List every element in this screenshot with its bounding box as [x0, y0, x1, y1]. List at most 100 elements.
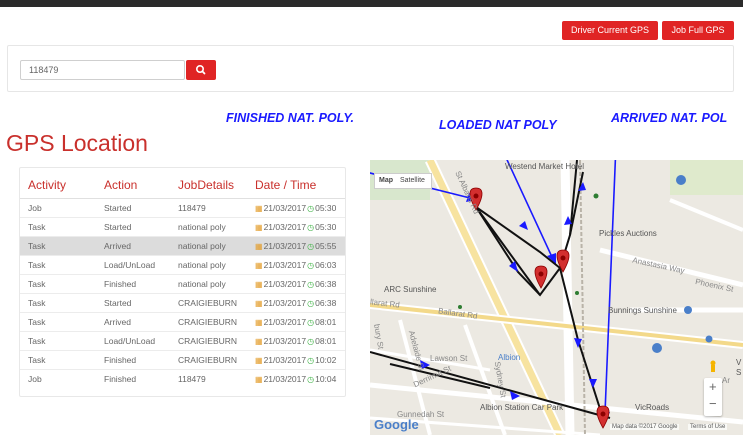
map-type-control: Map Satellite [374, 173, 432, 189]
map-label-ar: Ar [722, 376, 730, 385]
cell-datetime: ▦21/03/2017◷05:30 [247, 197, 345, 217]
cell-date: 21/03/2017 [263, 335, 307, 346]
column-header-datetime[interactable]: Date / Time [247, 168, 345, 199]
cell-date: 21/03/2017 [263, 259, 307, 270]
cell-details: national poly [170, 235, 247, 255]
job-full-gps-button[interactable]: Job Full GPS [662, 21, 734, 40]
cell-action: Started [96, 197, 170, 217]
zoom-in-icon[interactable]: + [709, 379, 717, 394]
cell-datetime: ▦21/03/2017◷06:38 [247, 273, 345, 293]
calendar-icon: ▦ [255, 317, 263, 327]
column-header-action[interactable]: Action [96, 168, 170, 199]
map-data-credit: Map data ©2017 Google [610, 424, 680, 430]
table-row[interactable]: Task Arrived national poly ▦21/03/2017◷0… [20, 235, 345, 255]
google-logo: Google [374, 417, 419, 432]
clock-icon: ◷ [307, 355, 315, 365]
cell-activity: Task [20, 311, 96, 331]
clock-icon: ◷ [307, 203, 315, 213]
cell-activity: Task [20, 254, 96, 274]
cell-details: CRAIGIEBURN [170, 330, 247, 350]
cell-time: 10:04 [315, 373, 337, 384]
cell-action: Load/UnLoad [96, 330, 170, 350]
cell-details: 118479 [170, 368, 247, 388]
table-row[interactable]: Task Arrived CRAIGIEBURN ▦21/03/2017◷08:… [20, 311, 345, 331]
terms-of-use-link[interactable]: Terms of Use [688, 424, 728, 430]
cell-activity: Job [20, 368, 96, 388]
table-row[interactable]: Job Started 118479 ▦21/03/2017◷05:30 [20, 197, 345, 217]
cell-activity: Task [20, 349, 96, 369]
cell-time: 08:01 [315, 316, 337, 327]
cell-time: 06:38 [315, 297, 337, 308]
cell-action: Finished [96, 368, 170, 388]
cell-date: 21/03/2017 [263, 373, 307, 384]
cell-activity: Task [20, 292, 96, 312]
cell-activity: Task [20, 330, 96, 350]
cell-date: 21/03/2017 [263, 354, 307, 365]
table-row[interactable]: Task Finished national poly ▦21/03/2017◷… [20, 273, 345, 293]
cell-date: 21/03/2017 [263, 297, 307, 308]
map-label-s: S [736, 368, 742, 377]
column-header-activity[interactable]: Activity [20, 168, 96, 199]
table-row[interactable]: Job Finished 118479 ▦21/03/2017◷10:04 [20, 368, 345, 388]
annotation-finished: FINISHED NAT. POLY. [226, 111, 355, 125]
cell-time: 05:30 [315, 202, 337, 213]
cell-activity: Task [20, 235, 96, 255]
map-label-vicroads: VicRoads [635, 403, 670, 412]
cell-datetime: ▦21/03/2017◷06:03 [247, 254, 345, 274]
cell-action: Finished [96, 349, 170, 369]
cell-datetime: ▦21/03/2017◷06:38 [247, 292, 345, 312]
cell-activity: Job [20, 197, 96, 217]
job-search-input[interactable]: 118479 [20, 60, 185, 80]
cell-datetime: ▦21/03/2017◷05:55 [247, 235, 345, 255]
cell-details: national poly [170, 273, 247, 293]
pegman-icon[interactable] [706, 360, 720, 372]
cell-action: Started [96, 216, 170, 236]
search-icon [196, 65, 206, 75]
cell-date: 21/03/2017 [263, 316, 307, 327]
clock-icon: ◷ [307, 222, 315, 232]
calendar-icon: ▦ [255, 260, 263, 270]
cell-datetime: ▦21/03/2017◷10:02 [247, 349, 345, 369]
gps-map[interactable]: Map Satellite Westend Market Hotel Pickl… [370, 160, 743, 435]
cell-date: 21/03/2017 [263, 221, 307, 232]
column-header-jobdetails[interactable]: JobDetails [170, 168, 247, 199]
calendar-icon: ▦ [255, 279, 263, 289]
map-label-v: V [736, 358, 742, 367]
zoom-out-icon[interactable]: − [709, 396, 717, 411]
cell-datetime: ▦21/03/2017◷05:30 [247, 216, 345, 236]
map-tab[interactable]: Map [379, 177, 393, 184]
cell-time: 08:01 [315, 335, 337, 346]
search-button[interactable] [186, 60, 216, 80]
cell-datetime: ▦21/03/2017◷08:01 [247, 330, 345, 350]
cell-action: Started [96, 292, 170, 312]
cell-details: national poly [170, 216, 247, 236]
driver-current-gps-button[interactable]: Driver Current GPS [562, 21, 658, 40]
cell-details: CRAIGIEBURN [170, 311, 247, 331]
calendar-icon: ▦ [255, 241, 263, 251]
cell-date: 21/03/2017 [263, 240, 307, 251]
cell-time: 10:02 [315, 354, 337, 365]
clock-icon: ◷ [307, 298, 315, 308]
clock-icon: ◷ [307, 317, 315, 327]
cell-details: CRAIGIEBURN [170, 349, 247, 369]
cell-action: Finished [96, 273, 170, 293]
calendar-icon: ▦ [255, 222, 263, 232]
cell-time: 06:03 [315, 259, 337, 270]
map-label-albion-station: Albion Station Car Park [480, 403, 564, 412]
table-row[interactable]: Task Finished CRAIGIEBURN ▦21/03/2017◷10… [20, 349, 345, 369]
calendar-icon: ▦ [255, 203, 263, 213]
cell-date: 21/03/2017 [263, 202, 307, 213]
clock-icon: ◷ [307, 260, 315, 270]
cell-details: CRAIGIEBURN [170, 292, 247, 312]
calendar-icon: ▦ [255, 355, 263, 365]
map-label-arc: ARC Sunshine [384, 285, 437, 294]
satellite-tab[interactable]: Satellite [400, 177, 425, 184]
map-label-bunnings: Bunnings Sunshine [608, 306, 677, 315]
table-row[interactable]: Task Load/UnLoad national poly ▦21/03/20… [20, 254, 345, 274]
zoom-control: + − [704, 378, 722, 416]
table-row[interactable]: Task Load/UnLoad CRAIGIEBURN ▦21/03/2017… [20, 330, 345, 350]
table-row[interactable]: Task Started national poly ▦21/03/2017◷0… [20, 216, 345, 236]
top-bar [0, 0, 743, 7]
table-row[interactable]: Task Started CRAIGIEBURN ▦21/03/2017◷06:… [20, 292, 345, 312]
cell-details: national poly [170, 254, 247, 274]
